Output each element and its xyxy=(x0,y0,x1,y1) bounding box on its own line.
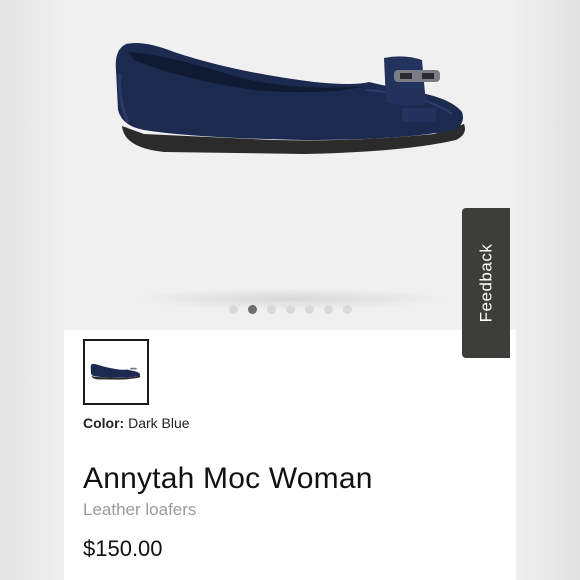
carousel-dot[interactable] xyxy=(228,305,238,314)
carousel-pagination xyxy=(64,305,516,317)
feedback-label: Feedback xyxy=(476,243,496,323)
carousel-dot[interactable] xyxy=(285,305,295,314)
carousel-dot[interactable] xyxy=(247,305,257,314)
selected-color: Color: Dark Blue xyxy=(83,415,190,431)
carousel-dot[interactable] xyxy=(323,305,333,314)
color-value: Dark Blue xyxy=(128,415,190,431)
carousel-dot[interactable] xyxy=(266,305,276,314)
backdrop-right xyxy=(516,0,580,580)
product-category: Leather loafers xyxy=(83,500,197,519)
product-title: Annytah Moc Woman xyxy=(83,462,373,495)
product-image-carousel[interactable] xyxy=(64,0,516,330)
color-swatch-thumbnail[interactable] xyxy=(83,339,149,405)
backdrop-left xyxy=(0,0,64,580)
carousel-dot[interactable] xyxy=(342,305,352,314)
product-price: $150.00 xyxy=(83,536,163,561)
product-main-image xyxy=(115,43,465,154)
feedback-tab-button[interactable]: Feedback xyxy=(462,208,510,358)
color-label: Color: xyxy=(83,415,125,431)
product-page: Color: Dark Blue Annytah Moc Woman Leath… xyxy=(64,0,516,580)
thumbnail-shoe-image xyxy=(90,363,141,380)
carousel-dot[interactable] xyxy=(304,305,314,314)
